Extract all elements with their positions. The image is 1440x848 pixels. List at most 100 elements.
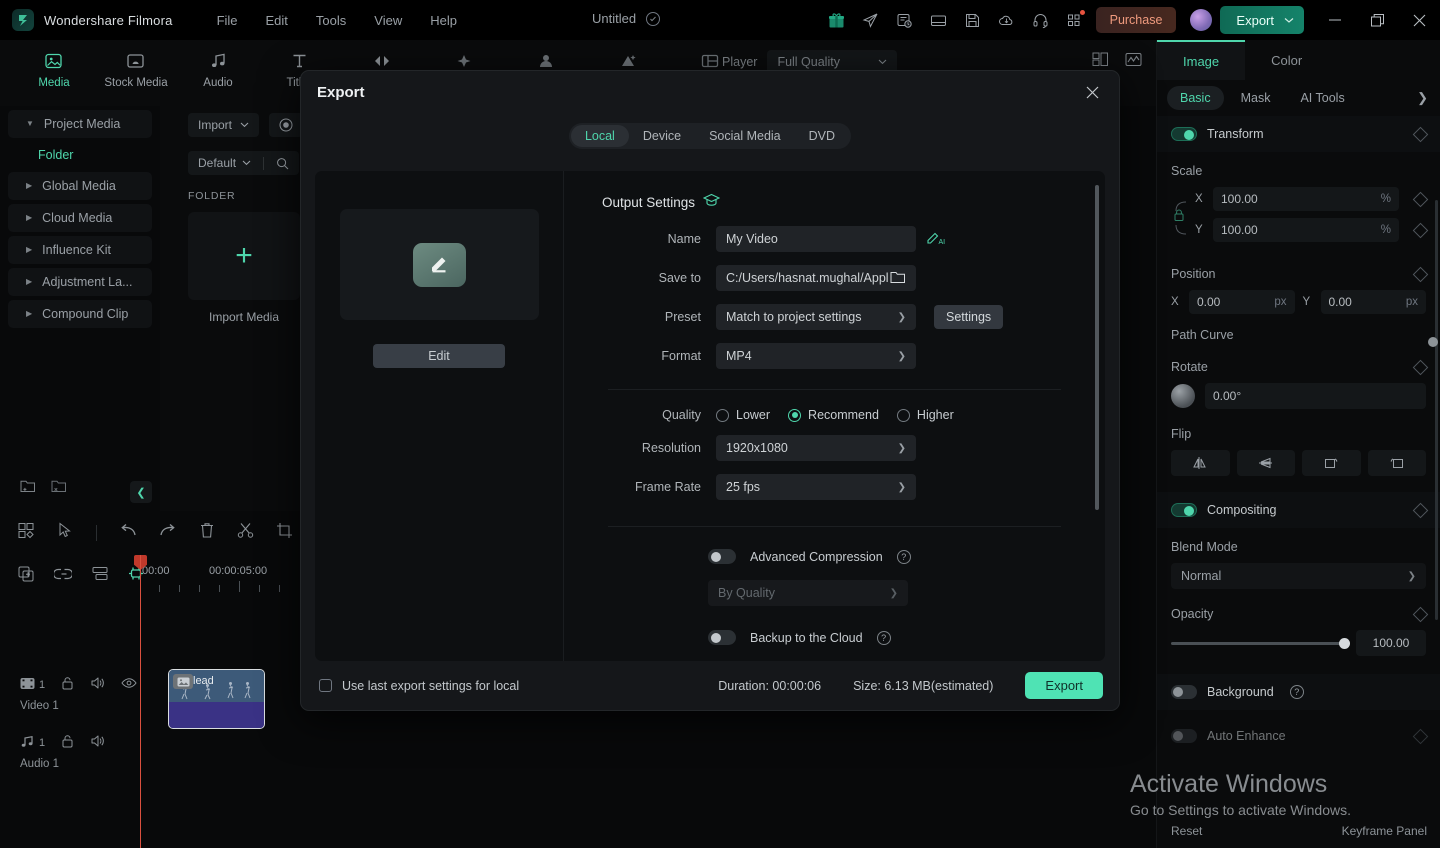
compositing-toggle[interactable] — [1171, 503, 1197, 517]
window-restore-button[interactable] — [1356, 0, 1398, 40]
frame-rate-select[interactable]: 25 fps ❯ — [716, 474, 916, 500]
ribbon-item-stock-media[interactable]: Stock Media — [104, 49, 168, 89]
flip-horizontal-icon[interactable] — [1171, 450, 1230, 476]
rotate-input[interactable]: 0.00° — [1205, 383, 1426, 409]
chevron-right-icon[interactable]: ❯ — [1417, 90, 1428, 106]
duplicate-icon[interactable] — [18, 566, 34, 587]
export-confirm-button[interactable]: Export — [1025, 672, 1103, 699]
sidebar-item-adjustment-layer[interactable]: ▶ Adjustment La... — [8, 268, 152, 296]
opacity-input[interactable]: 100.00 — [1356, 630, 1426, 656]
keyframe-diamond-icon[interactable] — [1412, 606, 1429, 622]
record-button[interactable] — [269, 113, 304, 137]
subtab-mask[interactable]: Mask — [1228, 86, 1284, 110]
keyframe-diamond-icon[interactable] — [1412, 502, 1429, 518]
subtab-ai-tools[interactable]: AI Tools — [1287, 86, 1357, 110]
export-tab-social-media[interactable]: Social Media — [695, 125, 795, 147]
export-settings-scrollbar[interactable] — [1095, 185, 1099, 510]
opacity-slider[interactable] — [1171, 637, 1350, 649]
window-minimize-button[interactable] — [1314, 0, 1356, 40]
scale-x-input[interactable]: 100.00 % — [1213, 187, 1399, 211]
compression-mode-select[interactable]: By Quality ❯ — [708, 580, 908, 606]
delete-icon[interactable] — [199, 522, 215, 544]
blend-mode-select[interactable]: Normal ❯ — [1171, 563, 1426, 589]
sidebar-item-project-media[interactable]: ▼ Project Media — [8, 110, 152, 138]
menu-edit[interactable]: Edit — [252, 9, 302, 32]
properties-scrollbar[interactable] — [1435, 200, 1438, 620]
split-view-icon[interactable] — [1092, 52, 1109, 72]
preset-settings-button[interactable]: Settings — [934, 305, 1004, 329]
graduation-cap-icon[interactable] — [702, 193, 721, 212]
advanced-compression-toggle[interactable] — [708, 549, 736, 564]
split-icon[interactable] — [237, 522, 254, 544]
sidebar-item-cloud-media[interactable]: ▶ Cloud Media — [8, 204, 152, 232]
send-icon[interactable] — [854, 0, 888, 40]
rotate-right-icon[interactable] — [1302, 450, 1361, 476]
import-button[interactable]: Import — [188, 113, 260, 137]
lock-icon[interactable] — [61, 734, 74, 751]
save-to-input[interactable]: C:/Users/hasnat.mughal/Appl — [716, 265, 916, 291]
sort-dropdown[interactable]: Default — [188, 151, 300, 175]
position-x-input[interactable]: 0.00 px — [1189, 290, 1295, 314]
mute-icon[interactable] — [90, 734, 105, 751]
export-tab-local[interactable]: Local — [570, 125, 629, 147]
layout-icon[interactable] — [922, 0, 956, 40]
subtab-basic[interactable]: Basic — [1167, 86, 1224, 110]
quality-option-recommend[interactable]: Recommend — [788, 408, 879, 422]
collapse-panel-button[interactable]: ❮ — [130, 481, 152, 503]
tab-color[interactable]: Color — [1245, 40, 1328, 80]
crop-icon[interactable] — [276, 522, 293, 544]
close-icon[interactable] — [1081, 81, 1103, 103]
scale-y-input[interactable]: 100.00 % — [1213, 218, 1399, 242]
help-icon[interactable]: ? — [876, 630, 891, 645]
sidebar-item-global-media[interactable]: ▶ Global Media — [8, 172, 152, 200]
export-dropdown-button[interactable]: Export — [1220, 6, 1304, 34]
redo-icon[interactable] — [159, 523, 177, 543]
rotate-left-icon[interactable] — [1367, 450, 1426, 476]
menu-help[interactable]: Help — [416, 9, 471, 32]
keyframe-diamond-icon[interactable] — [1412, 222, 1429, 238]
rotate-dial[interactable] — [1171, 384, 1195, 408]
reset-button[interactable]: Reset — [1171, 824, 1202, 838]
help-icon[interactable]: ? — [896, 549, 911, 564]
quality-option-higher[interactable]: Higher — [896, 408, 954, 422]
sidebar-item-influence-kit[interactable]: ▶ Influence Kit — [8, 236, 152, 264]
keyframe-diamond-icon[interactable] — [1412, 728, 1429, 744]
preset-select[interactable]: Match to project settings ❯ — [716, 304, 916, 330]
menu-file[interactable]: File — [203, 9, 252, 32]
sidebar-item-compound-clip[interactable]: ▶ Compound Clip — [8, 300, 152, 328]
format-select[interactable]: MP4 ❯ — [716, 343, 916, 369]
timeline-clip[interactable]: lead — [168, 669, 265, 729]
use-last-settings-checkbox[interactable] — [319, 679, 332, 692]
delete-folder-icon[interactable] — [51, 478, 68, 498]
keyframe-diamond-icon[interactable] — [1412, 359, 1429, 375]
apps-grid-icon[interactable] — [1058, 0, 1092, 40]
lock-aspect-ratio-icon[interactable] — [1171, 199, 1189, 237]
cloud-download-icon[interactable] — [990, 0, 1024, 40]
export-edit-button[interactable]: Edit — [373, 344, 505, 368]
save-icon[interactable] — [956, 0, 990, 40]
purchase-button[interactable]: Purchase — [1095, 7, 1177, 33]
window-close-button[interactable] — [1398, 0, 1440, 40]
keyframe-diamond-icon[interactable] — [1412, 126, 1429, 142]
sidebar-subitem-folder[interactable]: Folder — [38, 142, 152, 168]
backup-cloud-toggle[interactable] — [708, 630, 736, 645]
import-media-tile[interactable]: + — [188, 212, 300, 300]
export-thumbnail[interactable] — [339, 209, 539, 320]
gift-icon[interactable] — [820, 0, 854, 40]
flip-vertical-icon[interactable] — [1236, 450, 1295, 476]
waveform-icon[interactable] — [1125, 52, 1142, 72]
align-icon[interactable] — [92, 566, 108, 586]
undo-icon[interactable] — [119, 523, 137, 543]
ribbon-item-media[interactable]: Media — [28, 49, 80, 89]
auto-enhance-toggle[interactable] — [1171, 729, 1197, 743]
menu-view[interactable]: View — [360, 9, 416, 32]
folder-icon[interactable] — [890, 270, 906, 287]
select-tool-icon[interactable] — [57, 522, 74, 544]
resolution-select[interactable]: 1920x1080 ❯ — [716, 435, 916, 461]
position-y-input[interactable]: 0.00 px — [1320, 290, 1426, 314]
tab-image[interactable]: Image — [1157, 40, 1246, 80]
quality-option-lower[interactable]: Lower — [716, 408, 770, 422]
menu-tools[interactable]: Tools — [302, 9, 360, 32]
headset-icon[interactable] — [1024, 0, 1058, 40]
user-avatar[interactable] — [1190, 9, 1213, 31]
